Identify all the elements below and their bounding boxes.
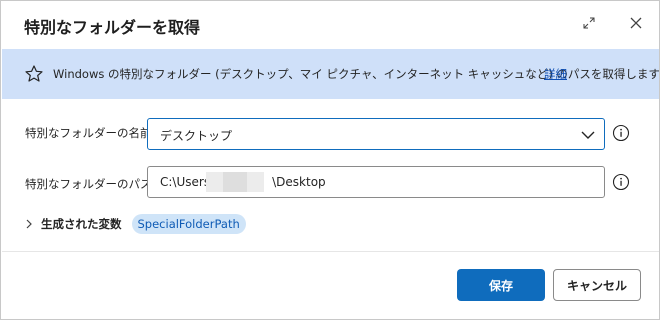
close-button[interactable]	[624, 11, 648, 35]
info-banner: Windows の特別なフォルダー (デスクトップ、マイ ピクチャ、インターネッ…	[2, 49, 660, 99]
folder-path-suffix: \Desktop	[272, 175, 326, 189]
footer-divider	[2, 251, 659, 252]
variable-pill[interactable]: SpecialFolderPath	[131, 214, 246, 234]
folder-path-label: 特別なフォルダーのパス:	[25, 177, 156, 191]
star-icon	[25, 65, 43, 82]
folder-name-label: 特別なフォルダーの名前:	[25, 126, 156, 140]
cancel-button[interactable]: キャンセル	[553, 269, 641, 301]
expand-button[interactable]	[577, 11, 601, 35]
dialog: 特別なフォルダーを取得 Windows の特別なフォルダー (デスクトップ、マイ…	[0, 0, 660, 320]
generated-variables-toggle[interactable]: 生成された変数 SpecialFolderPath	[23, 214, 246, 234]
expand-icon	[583, 17, 595, 29]
redaction-block-inner	[223, 172, 247, 192]
info-icon[interactable]	[612, 124, 630, 142]
save-button[interactable]: 保存	[457, 269, 545, 301]
chevron-down-icon	[581, 131, 595, 139]
generated-variables-label: 生成された変数	[41, 217, 122, 231]
close-icon	[630, 17, 642, 29]
dialog-title: 特別なフォルダーを取得	[24, 18, 201, 37]
banner-text: Windows の特別なフォルダー (デスクトップ、マイ ピクチャ、インターネッ…	[53, 67, 660, 81]
folder-name-value: デスクトップ	[160, 129, 233, 143]
details-link[interactable]: 詳細	[544, 66, 567, 82]
folder-path-field[interactable]: C:\Users\ \Desktop	[147, 166, 605, 198]
folder-name-select[interactable]: デスクトップ	[147, 118, 605, 150]
info-icon[interactable]	[612, 173, 630, 191]
chevron-right-icon	[26, 219, 32, 229]
